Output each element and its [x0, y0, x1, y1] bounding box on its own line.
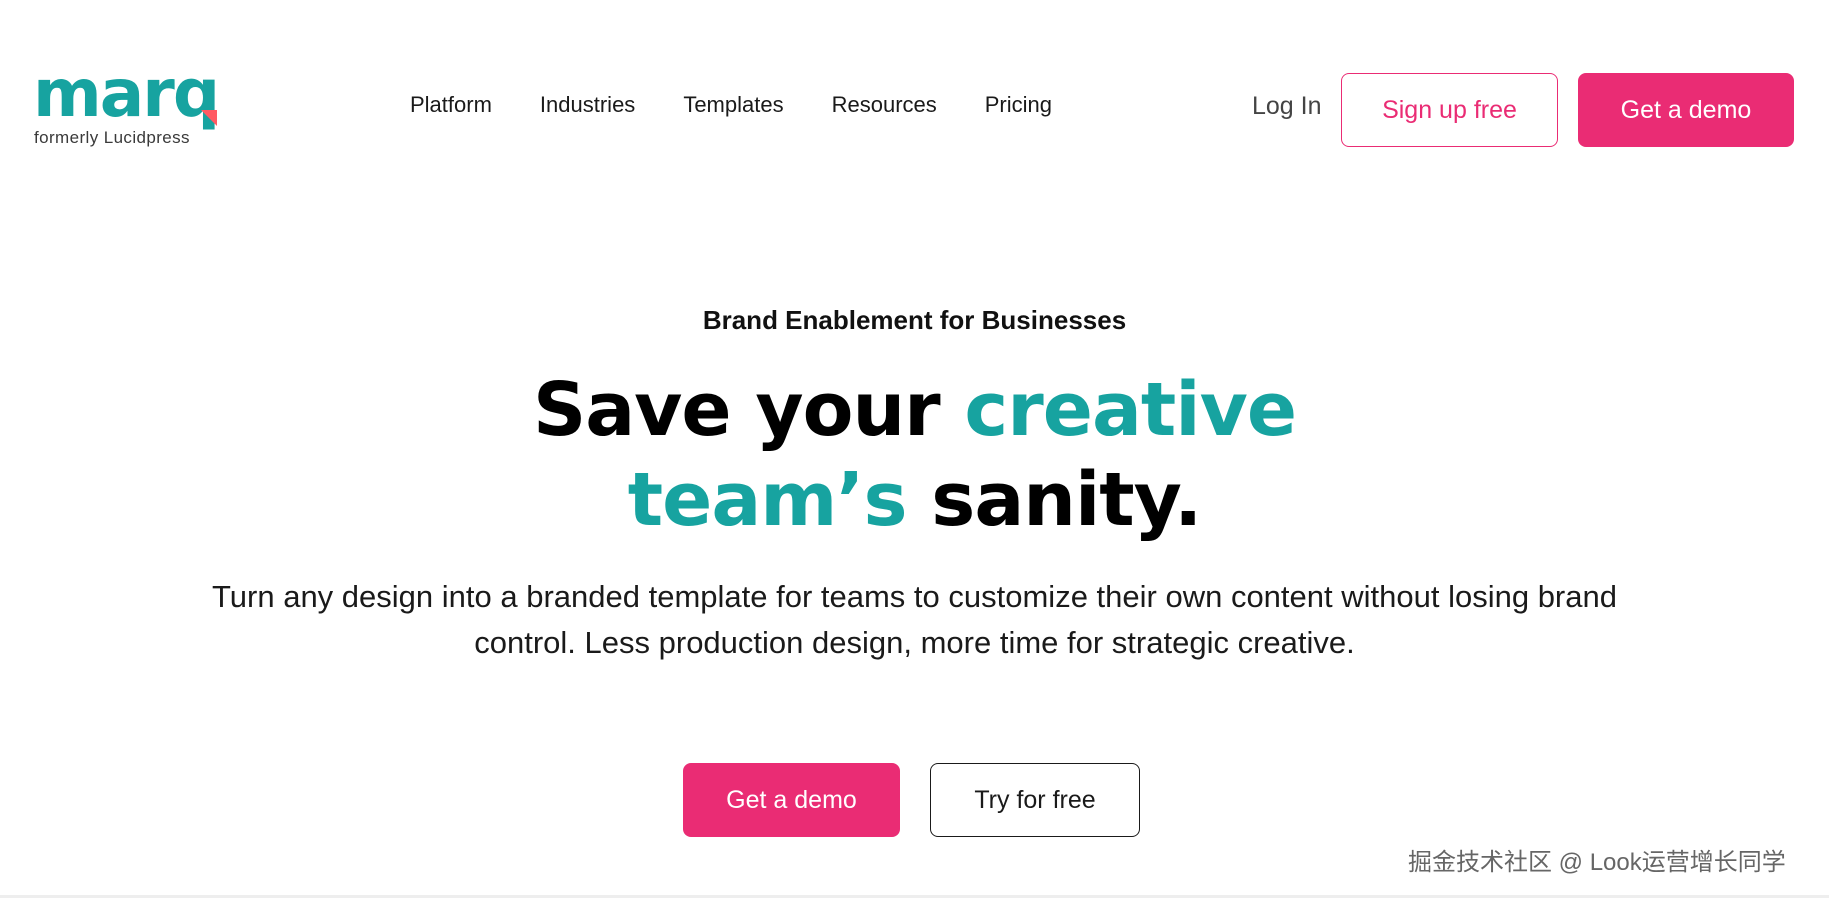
logo-triangle-icon	[201, 110, 217, 126]
page: marq formerly Lucidpress Platform Indust…	[0, 0, 1829, 898]
marq-logo[interactable]: marq formerly Lucidpress	[33, 58, 243, 158]
headline-part-3: team’s	[627, 457, 908, 543]
nav-item-resources[interactable]: Resources	[832, 92, 937, 118]
nav-item-templates[interactable]: Templates	[683, 92, 783, 118]
hero-headline: Save your creative team’s sanity.	[0, 365, 1829, 545]
hero-get-demo-button[interactable]: Get a demo	[683, 763, 900, 837]
hero-subtext: Turn any design into a branded template …	[212, 579, 1617, 660]
logo-wordmark: marq	[33, 55, 220, 132]
headline-part-2: creative	[964, 367, 1297, 453]
headline-part-1: Save your	[532, 367, 965, 453]
login-link[interactable]: Log In	[1252, 92, 1322, 121]
nav-item-industries[interactable]: Industries	[540, 92, 635, 118]
site-header: marq formerly Lucidpress Platform Indust…	[0, 0, 1829, 200]
signup-button[interactable]: Sign up free	[1341, 73, 1558, 147]
main-nav: Platform Industries Templates Resources …	[410, 92, 1100, 118]
headline-part-4: sanity.	[906, 457, 1202, 543]
header-get-demo-button[interactable]: Get a demo	[1578, 73, 1794, 147]
hero-eyebrow: Brand Enablement for Businesses	[702, 305, 1127, 335]
logo-tagline: formerly Lucidpress	[34, 128, 190, 147]
nav-item-pricing[interactable]: Pricing	[985, 92, 1052, 118]
nav-item-platform[interactable]: Platform	[410, 92, 492, 118]
hero-try-free-button[interactable]: Try for free	[930, 763, 1140, 837]
watermark-text: 掘金技术社区 @ Look运营增长同学	[1408, 849, 1786, 876]
